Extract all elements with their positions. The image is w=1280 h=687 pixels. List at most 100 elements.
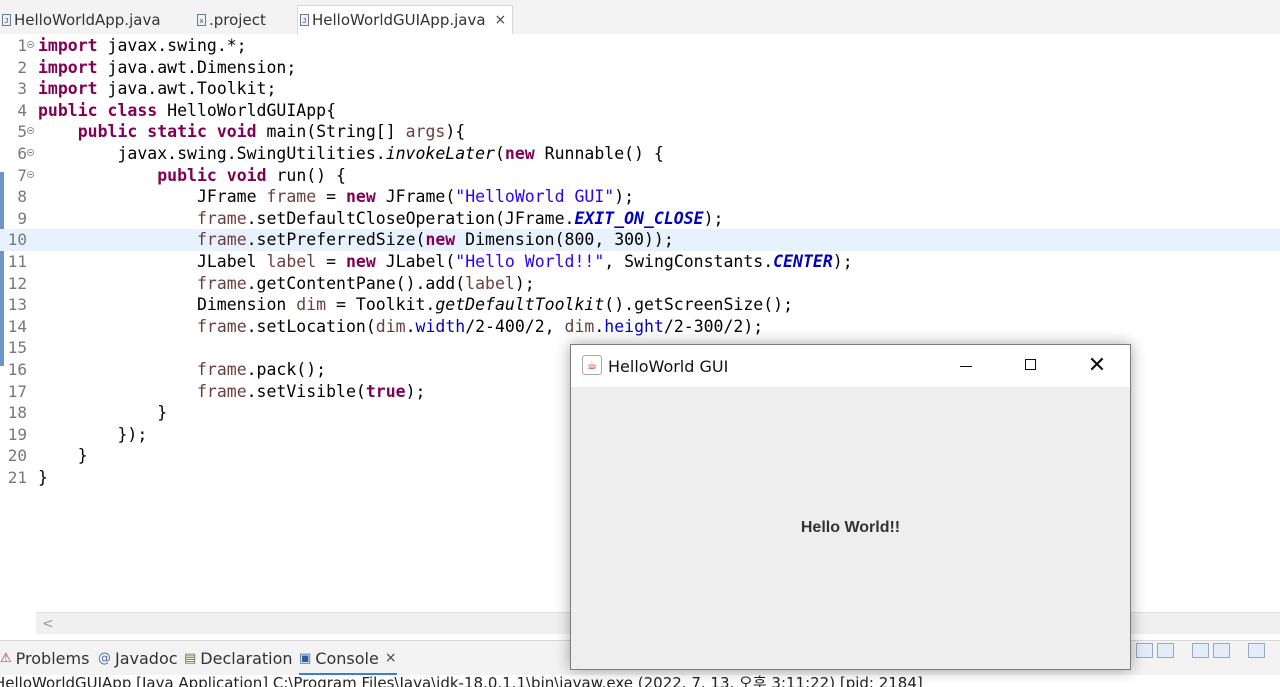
code-line[interactable]: 11 JLabel label = new JLabel("Hello Worl… — [0, 251, 1280, 273]
console-status-line: HelloWorldGUIApp [Java Application] C:\P… — [0, 674, 923, 687]
code-line[interactable]: 14 frame.setLocation(dim.width/2-400/2, … — [0, 316, 1280, 338]
console-icon: ▣ — [299, 650, 312, 666]
line-number: 19 — [7, 424, 27, 444]
tab-declaration[interactable]: ▤ Declaration — [184, 641, 293, 675]
code-text: frame.setPreferredSize(new Dimension(800… — [196, 230, 674, 250]
fold-toggle-icon[interactable] — [27, 41, 34, 48]
code-text: public void run() { — [157, 165, 346, 185]
line-number: 14 — [7, 316, 27, 336]
code-text: frame.pack(); — [196, 360, 327, 379]
code-text: JFrame frame = new JFrame("HelloWorld GU… — [38, 187, 635, 207]
code-text: } — [38, 446, 88, 466]
code-text: } — [38, 403, 168, 423]
code-text: } — [38, 468, 48, 487]
code-text: import javax.swing.*; — [38, 36, 247, 55]
editor-tab-bar: J HelloWorldApp.java x .project J HelloW… — [0, 0, 1280, 35]
line-number: 3 — [17, 79, 27, 99]
minimize-button[interactable] — [943, 345, 989, 387]
line-number: 20 — [7, 446, 27, 466]
java-file-icon: J — [300, 14, 309, 26]
code-line[interactable]: 4 public class HelloWorldGUIApp{ — [0, 100, 1280, 122]
code-text: frame.setLocation(dim.width/2-400/2, dim… — [196, 316, 764, 336]
open-console-icon[interactable] — [1192, 643, 1209, 658]
code-line[interactable]: 13 Dimension dim = Toolkit.getDefaultToo… — [0, 294, 1280, 316]
view-menu-icon[interactable] — [1213, 643, 1230, 658]
code-line[interactable]: 7 public void run() { — [0, 165, 1280, 187]
window-content-pane: Hello World!! — [571, 387, 1130, 669]
code-line[interactable]: 3 import java.awt.Toolkit; — [0, 78, 1280, 100]
line-number: 12 — [7, 273, 27, 293]
line-number: 10 — [7, 230, 27, 250]
tab-project[interactable]: x .project — [195, 5, 272, 34]
code-text: javax.swing.SwingUtilities.invokeLater(n… — [38, 144, 664, 163]
code-text: Dimension dim = Toolkit.getDefaultToolki… — [38, 295, 794, 315]
panel-tab-label: Declaration — [200, 648, 293, 668]
code-line[interactable]: 10 frame.setPreferredSize(new Dimension(… — [0, 229, 1280, 251]
java-app-icon: ☕ — [582, 355, 602, 375]
problems-icon: ⚠ — [0, 650, 12, 666]
line-number: 21 — [7, 468, 27, 487]
code-text: public class HelloWorldGUIApp{ — [38, 100, 337, 120]
code-line[interactable]: 9 frame.setDefaultCloseOperation(JFrame.… — [0, 208, 1280, 230]
code-text: JLabel label = new JLabel("Hello World!!… — [38, 252, 853, 271]
close-console-tab-icon[interactable]: × — [385, 650, 397, 666]
helloworld-gui-window[interactable]: ☕ HelloWorld GUI ✕ Hello World!! — [570, 344, 1131, 670]
maximize-button[interactable] — [1008, 345, 1054, 387]
panel-tab-label: Console — [315, 648, 379, 668]
fold-toggle-icon[interactable] — [27, 127, 34, 135]
declaration-icon: ▤ — [184, 650, 197, 666]
tab-problems[interactable]: ⚠ Problems — [0, 641, 89, 675]
code-line[interactable]: 12 frame.getContentPane().add(label); — [0, 273, 1280, 295]
code-text: }); — [38, 424, 148, 444]
close-window-button[interactable]: ✕ — [1074, 345, 1120, 387]
code-line[interactable]: 8 JFrame frame = new JFrame("HelloWorld … — [0, 186, 1280, 208]
line-number: 16 — [7, 360, 27, 379]
line-number: 1 — [17, 36, 27, 55]
line-number: 13 — [7, 295, 27, 315]
javadoc-icon: @ — [98, 650, 111, 666]
fold-toggle-icon[interactable] — [27, 170, 34, 178]
tab-helloworldapp[interactable]: J HelloWorldApp.java — [0, 5, 167, 34]
line-number: 15 — [7, 338, 27, 358]
code-line[interactable]: 6 javax.swing.SwingUtilities.invokeLater… — [0, 143, 1280, 165]
scroll-left-icon[interactable]: < — [42, 616, 54, 632]
line-number: 8 — [17, 187, 27, 207]
line-number: 5 — [17, 122, 27, 142]
window-title: HelloWorld GUI — [608, 357, 729, 376]
line-number: 17 — [7, 381, 27, 401]
close-tab-icon[interactable]: × — [495, 12, 507, 28]
line-number: 7 — [17, 165, 27, 185]
tab-label: HelloWorldApp.java — [14, 10, 161, 29]
pin-console-icon[interactable] — [1136, 643, 1153, 658]
code-text: public static void main(String[] args){ — [77, 122, 466, 142]
maximize-panel-icon[interactable] — [1248, 643, 1265, 658]
window-title-bar[interactable]: ☕ HelloWorld GUI ✕ — [571, 345, 1130, 387]
tab-label: HelloWorldGUIApp.java — [312, 11, 486, 29]
hello-world-label: Hello World!! — [800, 519, 901, 536]
java-file-icon: J — [2, 13, 11, 26]
tab-console[interactable]: ▣ Console × — [299, 641, 397, 675]
line-number: 18 — [7, 403, 27, 423]
line-number: 6 — [17, 144, 27, 163]
code-line[interactable]: 1 import javax.swing.*; — [0, 35, 1280, 57]
tab-javadoc[interactable]: @ Javadoc — [98, 641, 178, 675]
console-toolbar — [1136, 643, 1265, 658]
code-text: import java.awt.Toolkit; — [38, 79, 277, 99]
line-number: 11 — [7, 252, 27, 271]
code-text: frame.setDefaultCloseOperation(JFrame.EX… — [196, 208, 724, 228]
panel-tab-label: Javadoc — [115, 648, 178, 668]
tab-helloworldguiapp[interactable]: J HelloWorldGUIApp.java × — [297, 5, 514, 34]
panel-tab-label: Problems — [15, 648, 90, 668]
code-text: import java.awt.Dimension; — [38, 57, 297, 77]
line-number: 4 — [17, 100, 27, 120]
code-line[interactable]: 2 import java.awt.Dimension; — [0, 57, 1280, 79]
tab-label: .project — [209, 10, 266, 29]
line-number: 2 — [17, 57, 27, 77]
line-number: 9 — [17, 208, 27, 228]
code-line[interactable]: 5 public static void main(String[] args)… — [0, 121, 1280, 143]
display-console-icon[interactable] — [1157, 643, 1174, 658]
code-text: frame.setVisible(true); — [196, 381, 426, 401]
code-text: frame.getContentPane().add(label); — [196, 273, 535, 293]
xml-file-icon: x — [197, 13, 206, 26]
fold-toggle-icon[interactable] — [27, 149, 34, 156]
